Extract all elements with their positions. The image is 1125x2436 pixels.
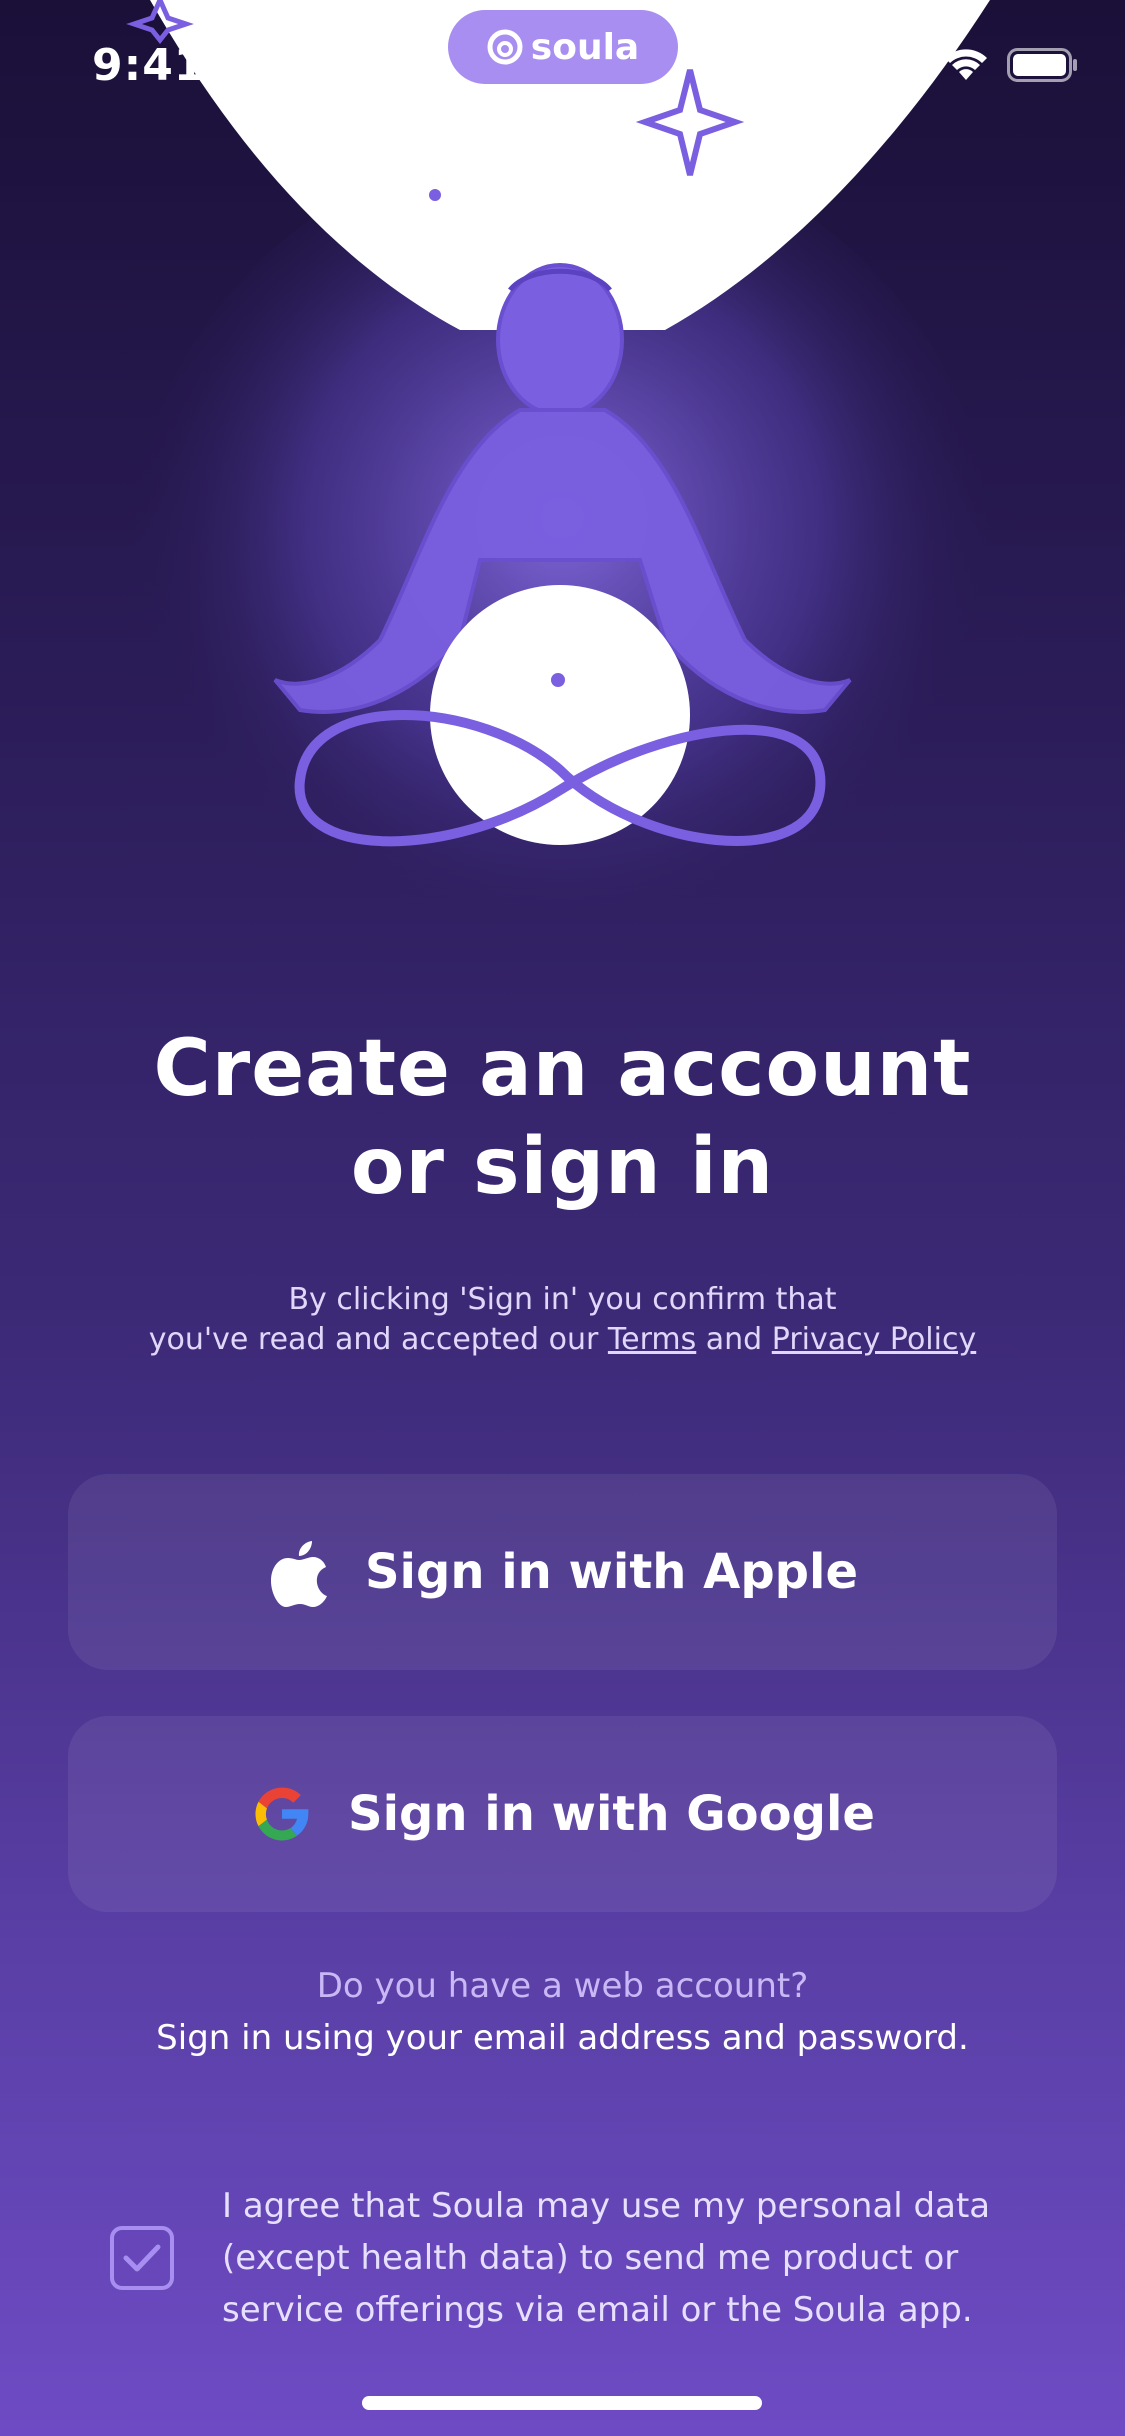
- consent-line-2-prefix: you've read and accepted our: [148, 1322, 608, 1357]
- marketing-consent-row: I agree that Soula may use my personal d…: [110, 2180, 1030, 2336]
- sign-in-google-label: Sign in with Google: [348, 1786, 875, 1842]
- sign-in-apple-label: Sign in with Apple: [364, 1544, 859, 1600]
- google-icon: [250, 1782, 314, 1846]
- consent-text: By clicking 'Sign in' you confirm that y…: [0, 1280, 1125, 1360]
- consent-line-2: you've read and accepted our Terms and P…: [0, 1320, 1125, 1360]
- sign-in-apple-button[interactable]: Sign in with Apple: [68, 1474, 1057, 1670]
- page-title: Create an account or sign in: [0, 1020, 1125, 1216]
- title-line-1: Create an account: [153, 1024, 972, 1114]
- meditation-illustration: [126, 0, 992, 980]
- terms-link[interactable]: Terms: [608, 1322, 696, 1357]
- email-sign-in-link[interactable]: Sign in using your email address and pas…: [0, 2012, 1125, 2064]
- sign-in-google-button[interactable]: Sign in with Google: [68, 1716, 1057, 1912]
- soula-logo-icon: [487, 29, 523, 65]
- consent-and: and: [696, 1322, 772, 1357]
- apple-icon: [267, 1540, 331, 1607]
- web-account-question: Do you have a web account?: [316, 1966, 809, 2006]
- title-line-2: or sign in: [350, 1122, 775, 1212]
- consent-line-1: By clicking 'Sign in' you confirm that: [288, 1282, 837, 1317]
- brand-name: soula: [530, 26, 640, 68]
- web-account-section: Do you have a web account? Sign in using…: [0, 1960, 1125, 2064]
- marketing-consent-checkbox[interactable]: [110, 2226, 174, 2290]
- marketing-consent-text: I agree that Soula may use my personal d…: [222, 2186, 991, 2330]
- privacy-policy-link[interactable]: Privacy Policy: [772, 1322, 976, 1357]
- brand-logo: soula: [448, 10, 678, 84]
- checkbox-check-icon: [123, 2244, 161, 2272]
- home-indicator[interactable]: [362, 2396, 762, 2410]
